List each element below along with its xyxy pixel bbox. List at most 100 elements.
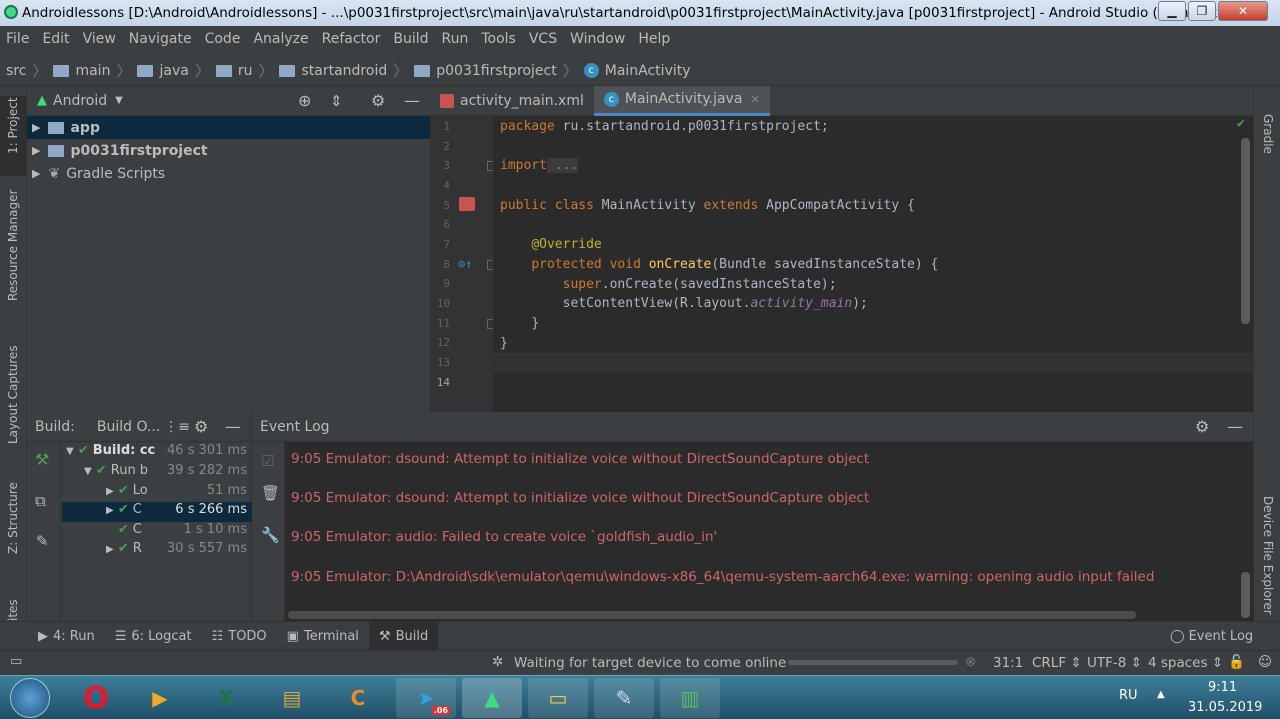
line-separator[interactable]: CRLF ⇕	[1032, 655, 1082, 671]
expand-arrow-icon[interactable]: ▼	[66, 446, 74, 457]
toggle-tool-windows-icon[interactable]: ▭	[10, 654, 22, 669]
tab-todo[interactable]: ☷ TODO	[202, 622, 277, 651]
tab-run[interactable]: ▶ 4: Run	[28, 622, 105, 651]
language-indicator[interactable]: RU	[1119, 688, 1138, 703]
tree-item-app[interactable]: ▶ app	[27, 116, 430, 139]
tab-project-label[interactable]: 1: Project	[6, 97, 20, 154]
build-tree-row[interactable]: ▼ ✔ Run b 39 s 282 ms	[62, 463, 252, 483]
gear-icon[interactable]: ⚙	[371, 91, 385, 110]
horizontal-scrollbar[interactable]	[288, 611, 1136, 619]
chevron-down-icon[interactable]: ▼	[115, 95, 123, 106]
tab-favorites[interactable]: ites	[6, 599, 20, 621]
build-tree-row[interactable]: ▶ ✔ Lo 51 ms	[62, 483, 252, 503]
tab-build-output[interactable]: Build O...	[97, 419, 160, 435]
expand-arrow-icon[interactable]: ▶	[106, 505, 114, 516]
tab-gradle[interactable]: Gradle	[1261, 114, 1275, 154]
hide-panel-icon[interactable]: —	[1227, 417, 1243, 436]
tab-terminal[interactable]: ▣ Terminal	[277, 622, 369, 651]
clock-date[interactable]: 31.05.2019	[1188, 700, 1262, 715]
opera-icon[interactable]: O	[66, 678, 126, 718]
maximize-button[interactable]: ❐	[1188, 1, 1216, 21]
vertical-scrollbar[interactable]	[1241, 572, 1250, 618]
breadcrumb-p0031firstproject[interactable]: p0031firstproject	[436, 63, 556, 79]
editor-scrollbar[interactable]	[1241, 138, 1250, 324]
minimize-button[interactable]: ▁	[1158, 1, 1186, 21]
code-editor[interactable]: package ru.startandroid.p0031firstprojec…	[493, 116, 1253, 412]
indent-setting[interactable]: 4 spaces ⇕	[1148, 655, 1223, 671]
menu-file[interactable]: File	[6, 31, 29, 47]
android-studio-icon[interactable]: ▲	[462, 678, 522, 718]
menu-analyze[interactable]: Analyze	[253, 31, 308, 47]
expand-arrow-icon[interactable]: ▶	[106, 486, 114, 497]
activity-gutter-icon[interactable]	[459, 197, 475, 211]
expand-arrow-icon[interactable]: ▶	[32, 144, 40, 157]
start-button[interactable]	[10, 678, 50, 718]
telegram-icon[interactable]: ➤ .06	[396, 678, 456, 718]
breadcrumb-java[interactable]: java	[159, 63, 188, 79]
tab-activity-main-xml[interactable]: activity_main.xml	[430, 86, 594, 116]
excel-icon[interactable]: X	[196, 678, 256, 718]
collapse-all-icon[interactable]: ⇕	[330, 92, 343, 110]
list-icon[interactable]: ⋮≡	[164, 419, 190, 435]
build-tree-row-selected[interactable]: ▶ ✔ C 6 s 266 ms	[62, 502, 252, 522]
tab-device-file-explorer[interactable]: Device File Explorer	[1261, 496, 1275, 615]
tree-item-gradle-scripts[interactable]: ▶ ❦ Gradle Scripts	[27, 162, 430, 185]
file-encoding[interactable]: UTF-8 ⇕	[1087, 655, 1142, 671]
close-button[interactable]: ✕	[1218, 1, 1268, 21]
breadcrumb-ru[interactable]: ru	[238, 63, 253, 79]
hide-panel-icon[interactable]: —	[404, 91, 420, 110]
build-tree-row[interactable]: ▶ ✔ R 30 s 557 ms	[62, 541, 252, 561]
file-explorer-icon[interactable]: ▭	[528, 678, 588, 718]
notepad-icon[interactable]: ✎	[594, 678, 654, 718]
expand-arrow-icon[interactable]: ▶	[32, 121, 40, 134]
override-gutter-icon[interactable]: ⊙↑	[458, 257, 472, 271]
inspection-ok-icon[interactable]: ✔	[1237, 116, 1245, 131]
cancel-progress-icon[interactable]: ⊗	[965, 654, 976, 670]
clock-time[interactable]: 9:11	[1208, 680, 1237, 695]
wrench-icon[interactable]: 🔧	[261, 526, 280, 544]
tab-mainactivity-java[interactable]: c MainActivity.java ✕	[593, 85, 770, 116]
breadcrumb-src[interactable]: src	[6, 63, 26, 79]
media-player-icon[interactable]: ▶	[130, 678, 190, 718]
menu-vcs[interactable]: VCS	[529, 31, 557, 47]
menu-code[interactable]: Code	[205, 31, 241, 47]
menu-view[interactable]: View	[83, 31, 116, 47]
ccleaner-icon[interactable]: C	[328, 678, 388, 718]
menu-refactor[interactable]: Refactor	[322, 31, 381, 47]
inspector-icon[interactable]: ☺	[1258, 654, 1272, 670]
menu-run[interactable]: Run	[442, 31, 469, 47]
menu-edit[interactable]: Edit	[42, 31, 69, 47]
expand-arrow-icon[interactable]: ▶	[32, 167, 40, 180]
mark-all-read-icon[interactable]: ☑	[261, 452, 274, 470]
menu-tools[interactable]: Tools	[481, 31, 516, 47]
breadcrumb-mainactivity[interactable]: MainActivity	[605, 63, 691, 79]
tab-logcat[interactable]: ☰ 6: Logcat	[105, 622, 202, 651]
project-view-selector[interactable]: Android	[53, 93, 107, 109]
menu-window[interactable]: Window	[570, 31, 625, 47]
caret-position[interactable]: 31:1	[993, 655, 1023, 671]
tab-build[interactable]: ⚒ Build	[368, 621, 439, 651]
tab-resource-manager[interactable]: Resource Manager	[6, 190, 20, 301]
locate-icon[interactable]: ⊕	[298, 91, 311, 110]
trash-icon[interactable]: 🗑	[261, 484, 280, 502]
tab-event-log[interactable]: ◯ Event Log	[1160, 622, 1263, 651]
gear-icon[interactable]: ⚙	[1195, 417, 1209, 436]
tab-layout-captures[interactable]: Layout Captures	[6, 345, 20, 444]
breadcrumb-startandroid[interactable]: startandroid	[301, 63, 387, 79]
menu-navigate[interactable]: Navigate	[129, 31, 192, 47]
build-tree-row[interactable]: ▼ ✔ Build: cc 46 s 301 ms	[62, 443, 252, 463]
close-tab-icon[interactable]: ✕	[750, 93, 759, 106]
breadcrumb-main[interactable]: main	[75, 63, 110, 79]
expand-arrow-icon[interactable]: ▼	[84, 466, 92, 477]
menu-help[interactable]: Help	[638, 31, 670, 47]
show-hidden-icons[interactable]: ▲	[1157, 689, 1165, 700]
lock-icon[interactable]: 🔓	[1228, 654, 1245, 670]
build-tree-row[interactable]: ▶ ✔C1 s 10 ms	[62, 522, 252, 542]
winrar-icon[interactable]: ▤	[262, 678, 322, 718]
gear-icon[interactable]: ⚙	[194, 417, 208, 436]
menu-build[interactable]: Build	[393, 31, 428, 47]
copy-icon[interactable]: ⧉	[35, 492, 46, 510]
hide-panel-icon[interactable]: —	[225, 417, 241, 436]
pin-icon[interactable]: ✎	[36, 532, 49, 550]
expand-arrow-icon[interactable]: ▶	[106, 544, 114, 555]
